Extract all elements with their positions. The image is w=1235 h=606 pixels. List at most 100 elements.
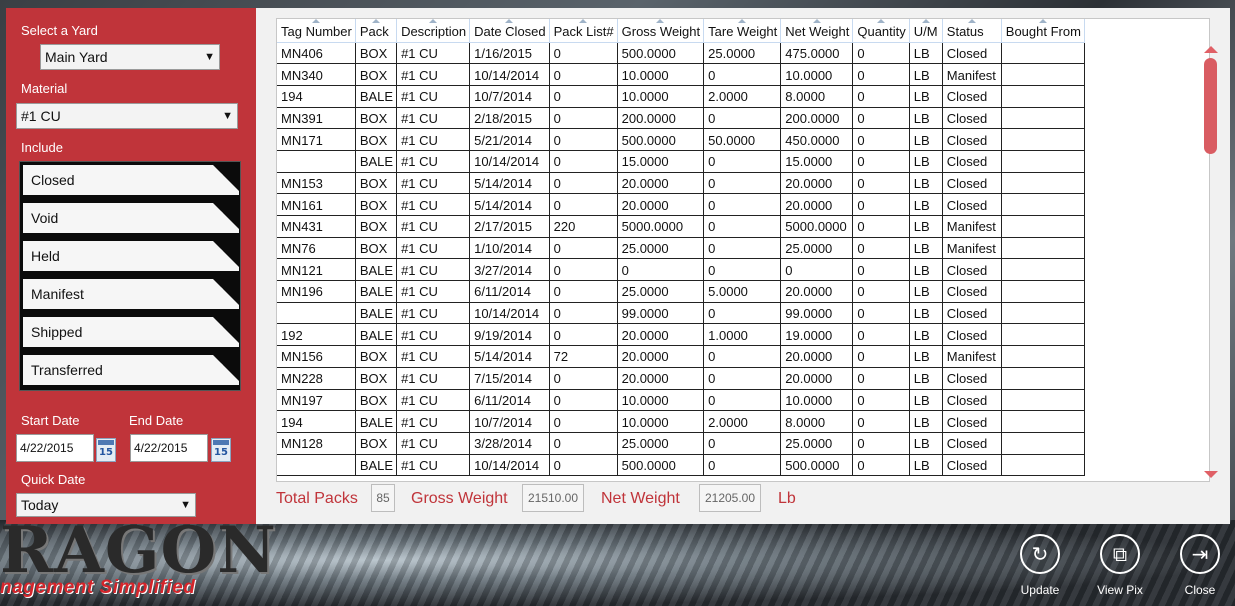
column-header[interactable]: Pack List#	[549, 19, 618, 43]
table-cell: LB	[909, 107, 943, 130]
results-panel: Tag Number Pack Description Date Closed …	[256, 8, 1230, 524]
table-cell: 0	[852, 63, 910, 86]
table-cell: #1 CU	[396, 107, 471, 130]
table-row[interactable]: MN76 BOX #1 CU 1/10/2014 0 25.0000 0 25.0000 0 LB…	[277, 237, 1085, 260]
table-row[interactable]: 194 BALE #1 CU 10/7/2014 0 10.0000 2.0000 8.000…	[277, 410, 1085, 433]
table-cell: LB	[909, 85, 943, 108]
start-date-input[interactable]: 4/22/2015	[16, 434, 94, 462]
table-row[interactable]: BALE #1 CU 10/14/2014 0 15.0000 0 15.0000 0 LB Cl…	[277, 150, 1085, 173]
end-date-label: End Date	[129, 413, 184, 428]
table-cell: LB	[909, 150, 943, 173]
table-cell: 8.0000	[780, 85, 854, 108]
table-cell: 10/14/2014	[469, 302, 550, 325]
column-header[interactable]: Quantity	[852, 19, 910, 43]
table-row[interactable]: MN161 BOX #1 CU 5/14/2014 0 20.0000 0 20.0000 0 L…	[277, 193, 1085, 216]
table-cell: 200.0000	[617, 107, 705, 130]
table-cell: LB	[909, 172, 943, 195]
checkmark-icon: ✓	[218, 350, 234, 370]
table-cell: LB	[909, 367, 943, 390]
column-header[interactable]: Gross Weight	[617, 19, 705, 43]
column-header[interactable]: Bought From	[1001, 19, 1085, 43]
table-cell: 0	[703, 454, 782, 477]
quick-date-select[interactable]: Today ▼	[16, 493, 196, 517]
table-row[interactable]: BALE #1 CU 10/14/2014 0 99.0000 0 99.0000 0 LB Cl…	[277, 302, 1085, 325]
table-row[interactable]: MN196 BALE #1 CU 6/11/2014 0 25.0000 5.0000 20.…	[277, 280, 1085, 303]
table-row[interactable]: MN128 BOX #1 CU 3/28/2014 0 25.0000 0 25.0000 0 L…	[277, 432, 1085, 455]
include-item-held[interactable]: Held ✓	[23, 241, 239, 271]
chevron-down-icon: ▼	[204, 51, 215, 63]
table-cell: MN171	[277, 128, 356, 151]
column-header[interactable]: Tag Number	[277, 19, 356, 43]
close-button[interactable]: ⇥ Close	[1170, 534, 1230, 602]
table-cell: 25.0000	[617, 237, 705, 260]
table-row[interactable]: MN340 BOX #1 CU 10/14/2014 0 10.0000 0 10.0000 0…	[277, 63, 1085, 86]
table-cell	[1001, 128, 1085, 151]
table-cell	[1001, 237, 1085, 260]
table-row[interactable]: MN431 BOX #1 CU 2/17/2015 220 5000.0000 0 5000.…	[277, 215, 1085, 238]
table-row[interactable]: MN153 BOX #1 CU 5/14/2014 0 20.0000 0 20.0000 0 L…	[277, 172, 1085, 195]
table-cell: 25.0000	[780, 237, 854, 260]
column-header[interactable]: Pack	[355, 19, 398, 43]
table-cell: 450.0000	[780, 128, 854, 151]
table-cell: 0	[703, 432, 782, 455]
table-cell: #1 CU	[396, 258, 471, 282]
table-cell: 0	[852, 367, 910, 390]
table-cell: 0	[549, 454, 618, 477]
scroll-down-arrow-icon[interactable]	[1204, 471, 1218, 478]
table-cell: 20.0000	[617, 193, 705, 216]
table-cell: 2.0000	[703, 85, 782, 108]
column-header[interactable]: Date Closed	[469, 19, 550, 43]
column-header[interactable]: Tare Weight	[703, 19, 782, 43]
table-cell: 0	[703, 107, 782, 130]
table-cell: MN431	[277, 215, 356, 238]
include-item-closed[interactable]: Closed ✓	[23, 165, 239, 195]
column-header[interactable]: Net Weight	[780, 19, 854, 43]
view-pix-button[interactable]: ⧉ View Pix	[1090, 534, 1150, 602]
table-cell: 0	[549, 389, 618, 412]
table-row[interactable]: 192 BALE #1 CU 9/19/2014 0 20.0000 1.0000 19.00…	[277, 323, 1085, 347]
results-table: Tag Number Pack Description Date Closed …	[277, 19, 1085, 477]
table-cell	[277, 150, 356, 173]
yard-select[interactable]: Main Yard ▼	[40, 44, 220, 70]
end-date-input[interactable]: 4/22/2015	[130, 434, 208, 462]
table-row[interactable]: MN171 BOX #1 CU 5/21/2014 0 500.0000 50.0000 45…	[277, 128, 1085, 151]
calendar-icon[interactable]: 15	[96, 438, 116, 462]
scroll-up-arrow-icon[interactable]	[1204, 46, 1218, 53]
table-row[interactable]: MN121 BALE #1 CU 3/27/2014 0 0 0 0 0 LB Closed	[277, 258, 1085, 282]
table-cell: 0	[549, 193, 618, 216]
table-cell: MN228	[277, 367, 356, 390]
table-cell: LB	[909, 345, 943, 368]
table-cell: #1 CU	[396, 237, 471, 260]
vertical-scrollbar[interactable]	[1202, 42, 1218, 478]
table-cell: 10.0000	[617, 389, 705, 412]
table-cell: LB	[909, 63, 943, 86]
table-row[interactable]: BALE #1 CU 10/14/2014 0 500.0000 0 500.0000 0 LB…	[277, 454, 1085, 477]
table-row[interactable]: MN228 BOX #1 CU 7/15/2014 0 20.0000 0 20.0000 0 L…	[277, 367, 1085, 390]
scrollbar-thumb[interactable]	[1204, 58, 1217, 154]
table-cell	[1001, 193, 1085, 216]
include-item-manifest[interactable]: Manifest ✓	[23, 279, 239, 309]
update-button[interactable]: ↻ Update	[1010, 534, 1070, 602]
results-grid[interactable]: Tag Number Pack Description Date Closed …	[276, 18, 1210, 482]
table-row[interactable]: MN197 BOX #1 CU 6/11/2014 0 10.0000 0 10.0000 0 L…	[277, 389, 1085, 412]
include-item-label: Void	[31, 210, 59, 226]
net-weight-label: Net Weight	[601, 490, 680, 507]
material-select[interactable]: #1 CU ▼	[16, 103, 238, 129]
table-row[interactable]: MN156 BOX #1 CU 5/14/2014 72 20.0000 0 20.0000 0…	[277, 345, 1085, 368]
calendar-icon[interactable]: 15	[211, 438, 231, 462]
include-item-void[interactable]: Void ✓	[23, 203, 239, 233]
include-item-transferred[interactable]: Transferred ✓	[23, 355, 239, 385]
table-cell: 1/16/2015	[469, 42, 550, 65]
table-cell: 0	[703, 63, 782, 86]
column-header[interactable]: Status	[942, 19, 1002, 43]
column-header[interactable]: U/M	[909, 19, 943, 43]
table-row[interactable]: 194 BALE #1 CU 10/7/2014 0 10.0000 2.0000 8.000…	[277, 85, 1085, 108]
table-cell: 6/11/2014	[469, 389, 550, 412]
table-row[interactable]: MN391 BOX #1 CU 2/18/2015 0 200.0000 0 200.0000…	[277, 107, 1085, 130]
table-cell: 0	[852, 150, 910, 173]
table-row[interactable]: MN406 BOX #1 CU 1/16/2015 0 500.0000 25.0000 47…	[277, 42, 1085, 65]
include-item-shipped[interactable]: Shipped ✓	[23, 317, 239, 347]
table-cell: 10/14/2014	[469, 63, 550, 86]
table-cell: 500.0000	[617, 42, 705, 65]
column-header[interactable]: Description	[396, 19, 471, 43]
